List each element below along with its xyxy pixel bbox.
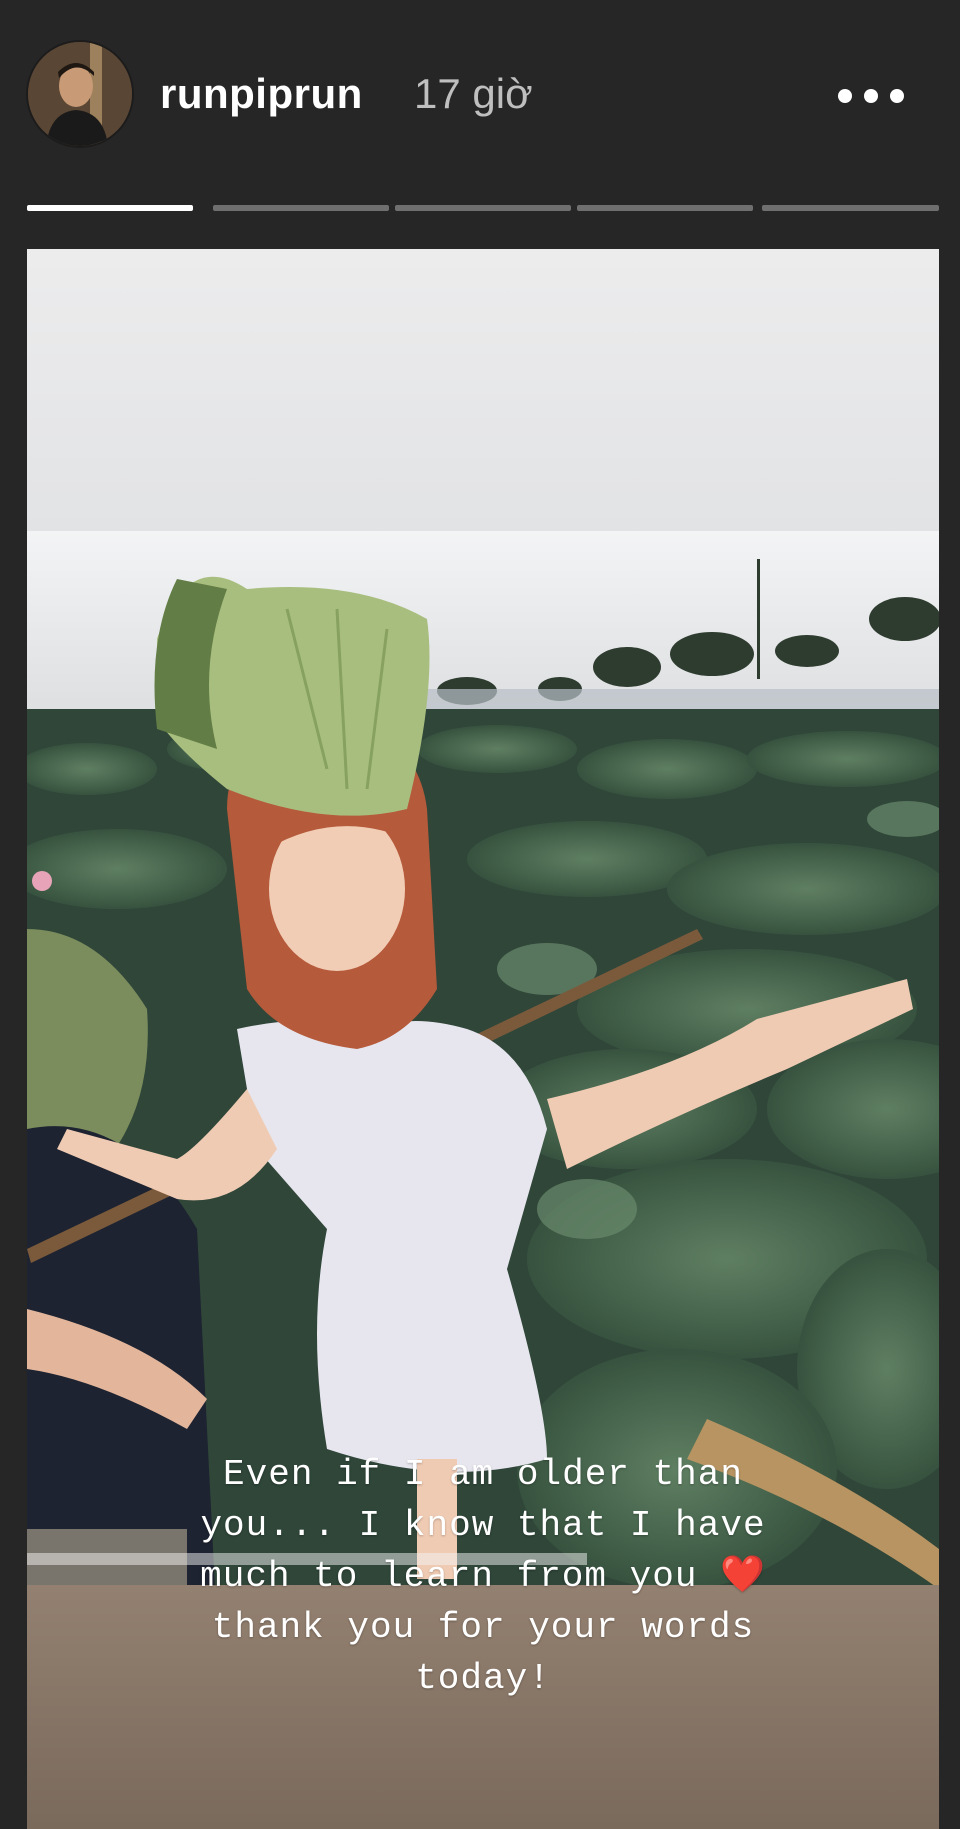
story-media[interactable]: Even if I am older than you... I know th… bbox=[27, 249, 939, 1829]
caption-line: Even if I am older than bbox=[223, 1454, 743, 1495]
story-header: runpiprun 17 giờ bbox=[0, 0, 960, 250]
more-options-icon[interactable] bbox=[834, 80, 908, 114]
post-timestamp: 17 giờ bbox=[414, 70, 533, 117]
username[interactable]: runpiprun bbox=[160, 70, 363, 118]
caption-line: thank you for your words bbox=[211, 1607, 755, 1648]
heart-icon: ❤️ bbox=[720, 1556, 766, 1597]
user-avatar[interactable] bbox=[28, 42, 132, 146]
more-dot bbox=[890, 89, 904, 103]
avatar-photo bbox=[28, 42, 132, 146]
story-caption: Even if I am older than you... I know th… bbox=[87, 1449, 879, 1704]
story-progress-segment-5 bbox=[762, 205, 939, 211]
story-progress-segment-1 bbox=[27, 205, 193, 211]
more-dot bbox=[864, 89, 878, 103]
caption-line: much to learn from you bbox=[200, 1556, 698, 1597]
caption-line: today! bbox=[415, 1658, 551, 1699]
caption-line-with-heart: much to learn from you ❤️ bbox=[87, 1551, 879, 1602]
story-progress-segment-3 bbox=[395, 205, 571, 211]
story-progress-segment-2 bbox=[213, 205, 389, 211]
more-dot bbox=[838, 89, 852, 103]
story-progress-segment-4 bbox=[577, 205, 753, 211]
caption-line: you... I know that I have bbox=[200, 1505, 766, 1546]
